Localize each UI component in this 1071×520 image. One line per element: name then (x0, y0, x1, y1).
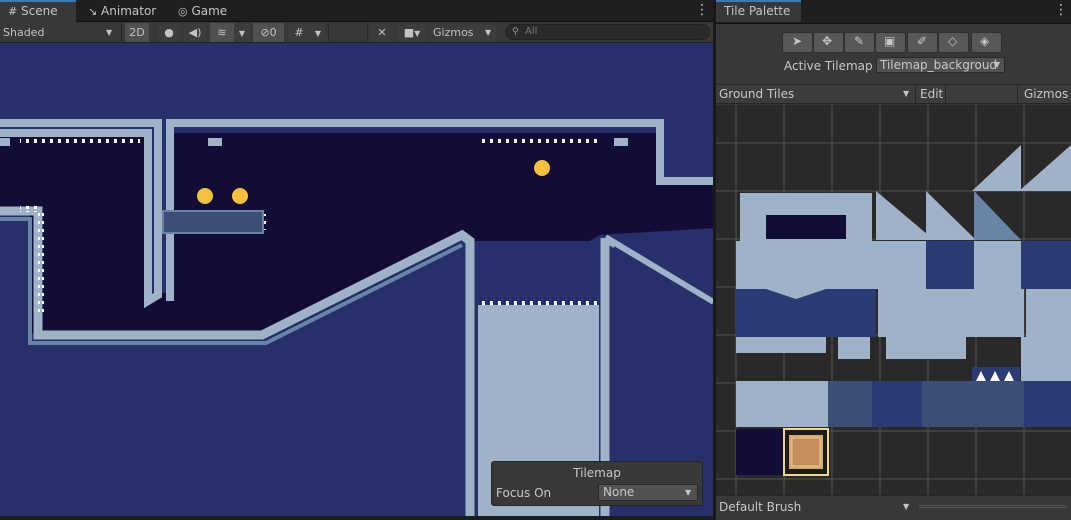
effects-dropdown[interactable]: ▼ (234, 23, 250, 42)
edit-palette-button[interactable]: Edit (915, 85, 945, 103)
scene-menu-icon[interactable]: ⋮ (695, 3, 709, 17)
eraser-button[interactable]: ◇ (938, 32, 969, 53)
coin (232, 188, 248, 204)
paint-brush-icon: ✎ (854, 34, 865, 48)
palette-tab-bar: Tile Palette ⋮ (716, 0, 1071, 24)
coin (197, 188, 213, 204)
move-tool-icon: ✥ (822, 34, 833, 48)
grid-snap-icon: # (294, 26, 304, 39)
grid-snap-button[interactable]: # (288, 23, 310, 42)
brush-dropdown[interactable]: Default Brush ▼ (716, 497, 914, 517)
tab-animator[interactable]: ↘ Animator (80, 0, 164, 22)
speaker-icon: ◀) (188, 26, 202, 39)
wrench-icon: ✕ (377, 26, 387, 39)
grid-snap-dropdown[interactable]: ▼ (310, 23, 326, 42)
palette-header-spacer (945, 85, 1017, 103)
spike-strip (480, 299, 598, 305)
scene-search-input[interactable]: ⚲ All (505, 24, 710, 40)
scene-bottom-edge (0, 516, 713, 520)
overlay-title: Tilemap (573, 466, 621, 480)
spike-strip (20, 206, 40, 212)
eye-slash-icon: ⊘ (260, 26, 270, 39)
select-tool-button[interactable]: ➤ (782, 32, 813, 53)
audio-toggle-button[interactable]: ◀) (184, 23, 206, 42)
tab-tile-palette[interactable]: Tile Palette (716, 0, 801, 22)
palette-menu-icon[interactable]: ⋮ (1054, 3, 1068, 17)
scene-tab-bar: # Scene ↘ Animator ◎ Game ⋮ (0, 0, 713, 22)
tile-grid-canvas (716, 105, 1071, 495)
toolbar-divider (367, 24, 368, 41)
palette-gizmos-button[interactable]: Gizmos (1017, 85, 1071, 103)
ceiling-lamp (614, 138, 628, 146)
visibility-toggle-button[interactable]: ⊘0 (253, 23, 284, 42)
camera-icon: ■ (403, 26, 415, 39)
palette-selector-dropdown[interactable]: Ground Tiles ▼ (716, 85, 914, 103)
lighting-toggle-button[interactable]: ● (158, 23, 180, 42)
spike-strip (480, 137, 600, 143)
chevron-down-icon: ▼ (238, 29, 246, 38)
tab-scene[interactable]: # Scene (0, 0, 76, 22)
fill-bucket-icon: ◈ (980, 34, 990, 48)
scene-panel: # Scene ↘ Animator ◎ Game ⋮ Shaded ▼ 2D … (0, 0, 713, 520)
chevron-down-icon: ▼ (903, 502, 910, 511)
lightbulb-icon: ● (164, 26, 174, 39)
level-tilemap (0, 119, 713, 516)
moving-platform (162, 210, 264, 234)
chevron-down-icon: ▼ (685, 488, 692, 497)
tile-art (736, 145, 1071, 476)
brush-resize-handle[interactable] (919, 505, 1067, 508)
2d-toggle-button[interactable]: 2D (125, 23, 149, 42)
eraser-icon: ◇ (948, 34, 958, 48)
focus-on-label: Focus On (496, 486, 552, 500)
shading-mode-dropdown[interactable]: Shaded ▼ (0, 23, 120, 42)
chevron-down-icon: ▼ (106, 28, 113, 37)
tile-palette-panel: Tile Palette ⋮ ➤ ✥ ✎ ▣ ✐ ◇ ◈ Active Tile… (716, 0, 1071, 520)
tools-button[interactable]: ✕ (371, 23, 393, 42)
palette-header-bar: Ground Tiles ▼ Edit Gizmos (716, 84, 1071, 104)
animator-icon: ↘ (88, 5, 98, 18)
focus-on-dropdown[interactable]: None ▼ (598, 484, 698, 501)
toolbar-divider (328, 24, 329, 41)
chevron-down-icon: ▼ (485, 28, 492, 37)
layers-icon: ≋ (217, 26, 227, 39)
spike-strip (38, 213, 44, 313)
scene-viewport[interactable]: Tilemap Focus On None ▼ (0, 43, 713, 516)
box-fill-icon: ▣ (884, 34, 896, 48)
spike-strip (20, 137, 140, 143)
chevron-down-icon: ▼ (414, 29, 421, 38)
camera-dropdown[interactable]: ■▼ (397, 23, 427, 42)
tile-grid[interactable] (716, 105, 1071, 495)
fill-bucket-button[interactable]: ◈ (971, 32, 1002, 53)
chevron-down-icon: ▼ (994, 60, 1001, 69)
ceiling-lamp (0, 138, 10, 146)
grid-icon: # (8, 5, 18, 18)
select-tool-icon: ➤ (792, 34, 803, 48)
scene-toolbar: Shaded ▼ 2D ● ◀) ≋ ▼ ⊘0 # ▼ ✕ ■▼ Gizmos … (0, 22, 713, 43)
chevron-down-icon: ▼ (903, 89, 910, 98)
effects-toggle-button[interactable]: ≋ (210, 23, 234, 42)
box-fill-button[interactable]: ▣ (875, 32, 906, 53)
picker-icon: ✐ (917, 34, 928, 48)
active-tilemap-dropdown[interactable]: Tilemap_backgroud ▼ (876, 57, 1005, 73)
chevron-down-icon: ▼ (314, 29, 322, 38)
toolbar-divider (121, 24, 122, 41)
gamepad-icon: ◎ (178, 5, 188, 18)
tab-game[interactable]: ◎ Game (170, 0, 240, 22)
tilemap-overlay: Tilemap Focus On None ▼ (491, 461, 703, 506)
brush-bar: Default Brush ▼ (716, 495, 1071, 520)
picker-button[interactable]: ✐ (907, 32, 938, 53)
paint-brush-button[interactable]: ✎ (844, 32, 875, 53)
gizmos-dropdown[interactable]: Gizmos ▼ (430, 23, 496, 42)
active-tilemap-label: Active Tilemap (784, 59, 873, 73)
move-tool-button[interactable]: ✥ (813, 32, 844, 53)
ceiling-lamp (208, 138, 222, 146)
search-icon: ⚲ (512, 27, 519, 37)
coin (534, 160, 550, 176)
